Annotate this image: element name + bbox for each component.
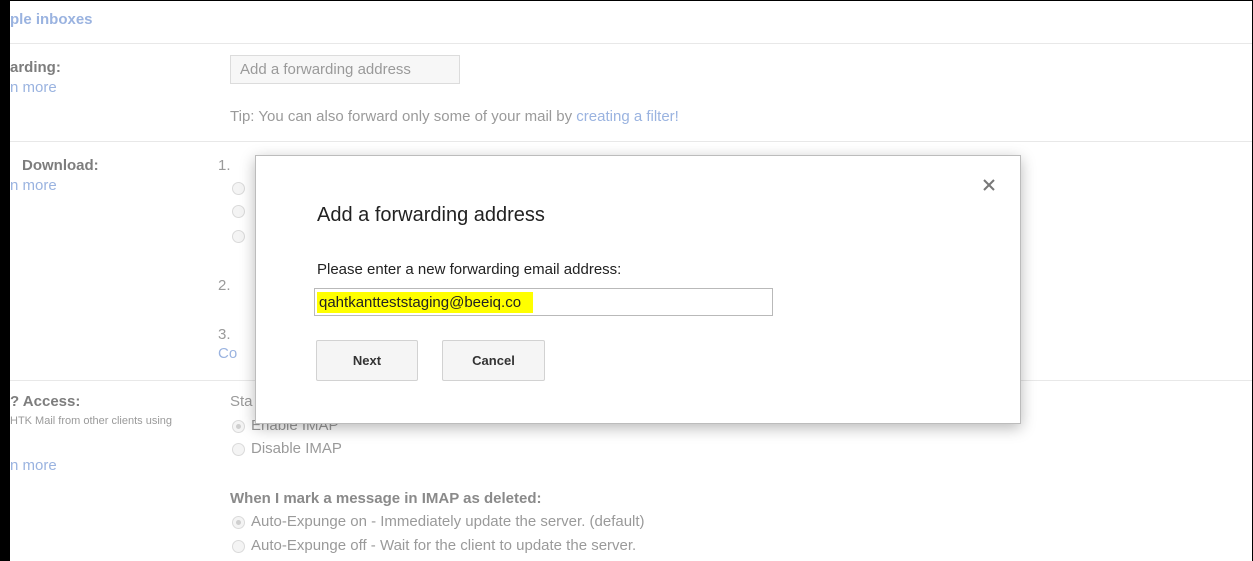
creating-filter-link[interactable]: creating a filter!	[576, 108, 679, 125]
close-button[interactable]	[978, 174, 1000, 196]
add-forwarding-dialog: Add a forwarding address Please enter a …	[255, 155, 1021, 424]
pop-configure-link[interactable]: Co	[218, 345, 237, 362]
imap-learn-more-link[interactable]: n more	[10, 457, 57, 474]
cancel-button[interactable]: Cancel	[442, 340, 545, 381]
expunge-on-radio[interactable]	[232, 516, 245, 529]
divider	[10, 43, 1252, 44]
expunge-off-radio[interactable]	[232, 540, 245, 553]
imap-access-label: ? Access:	[10, 393, 80, 410]
divider	[10, 141, 1252, 142]
close-icon	[983, 179, 995, 191]
forwarding-learn-more-link[interactable]: n more	[10, 79, 57, 96]
forwarding-label: arding:	[10, 59, 61, 76]
imap-status-label: Sta	[230, 393, 253, 410]
disable-imap-radio[interactable]	[232, 443, 245, 456]
disable-imap-label: Disable IMAP	[251, 440, 342, 457]
pop-radio-1[interactable]	[232, 182, 245, 195]
multiple-inboxes-link[interactable]: ple inboxes	[10, 11, 93, 28]
pop-radio-2[interactable]	[232, 205, 245, 218]
dialog-title: Add a forwarding address	[317, 204, 545, 226]
forwarding-email-input[interactable]: qahtkantteststaging@beeiq.co	[314, 288, 773, 316]
imap-label-text: Access:	[22, 393, 81, 410]
forwarding-tip-text: Tip: You can also forward only some of y…	[230, 108, 577, 125]
pop-step-3: 3.	[218, 326, 231, 343]
add-forwarding-address-button[interactable]: Add a forwarding address	[230, 55, 460, 84]
pop-radio-3[interactable]	[232, 230, 245, 243]
forwarding-tip: Tip: You can also forward only some of y…	[230, 108, 679, 125]
expunge-off-label: Auto-Expunge off - Wait for the client t…	[251, 537, 637, 554]
forwarding-email-value: qahtkantteststaging@beeiq.co	[317, 291, 534, 313]
imap-sub-text: HTK Mail from other clients using	[10, 415, 172, 427]
pop-step-1: 1.	[218, 157, 231, 174]
expunge-on-label: Auto-Expunge on - Immediately update the…	[251, 513, 645, 530]
imap-label-prefix: ?	[10, 393, 20, 410]
pop-learn-more-link[interactable]: n more	[10, 177, 57, 194]
dialog-prompt: Please enter a new forwarding email addr…	[317, 261, 622, 278]
enable-imap-radio[interactable]	[232, 420, 245, 433]
pop-step-2: 2.	[218, 277, 231, 294]
pop-download-label: Download:	[22, 157, 99, 174]
next-button[interactable]: Next	[316, 340, 418, 381]
imap-deleted-heading: When I mark a message in IMAP as deleted…	[230, 490, 542, 507]
